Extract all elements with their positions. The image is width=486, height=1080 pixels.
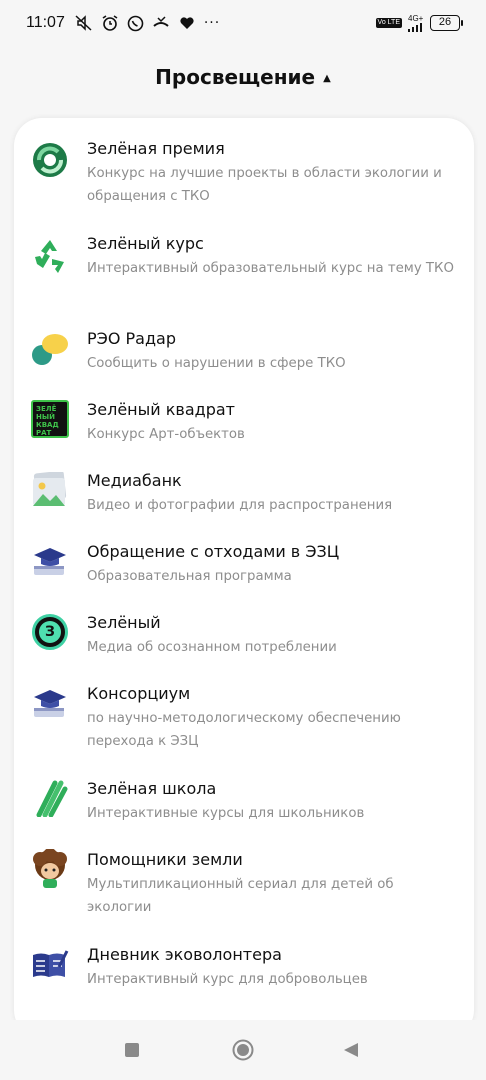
graduation-cap-icon [30,541,70,581]
whatsapp-icon [127,15,144,31]
item-subtitle: Мультипликационный сериал для детей об э… [87,877,394,915]
square-icon [125,1043,139,1057]
graduation-cap-icon [30,683,70,723]
item-subtitle: Сообщить о нарушении в сфере ТКО [87,356,346,371]
green-square-logo: ЗЕЛЁ НЫЙ КВАД РАТ [31,400,69,438]
status-time: 11:07 [26,14,65,31]
list-item-green-school[interactable]: Зелёная школа Интерактивные курсы для шк… [14,778,474,834]
eco-award-icon [30,140,70,180]
back-button[interactable] [342,1040,360,1060]
item-title: Медиабанк [87,471,182,490]
system-nav-bar [0,1020,486,1080]
item-title: Помощники земли [87,850,243,869]
radar-bubbles-icon [30,330,70,370]
z-letter: З [39,621,61,643]
list-item-earth-helpers[interactable]: Помощники земли Мультипликационный сериа… [14,849,474,929]
signal-icon [408,22,422,32]
more-notifications-icon: ··· [203,15,221,31]
list-item-eco-volunteer-diary[interactable]: Дневник эковолонтера Интерактивный курс … [14,944,474,1000]
home-button[interactable] [231,1039,255,1061]
signal-indicator: 4G+ [408,13,424,32]
list-item-zeleny[interactable]: З Зелёный Медиа об осознанном потреблени… [14,612,474,668]
back-triangle-icon [344,1043,358,1057]
network-type: 4G+ [408,13,424,23]
list-item-consortium[interactable]: Консорциум по научно-методологическому о… [14,683,474,763]
heart-hand-icon [180,17,194,29]
home-circle-icon [232,1039,254,1061]
system-status: Vo LTE 4G+ 26 [375,13,463,32]
item-subtitle: Интерактивные курсы для школьников [87,806,365,821]
list-item-green-course[interactable]: Зелёный курс Интерактивный образовательн… [14,233,474,313]
item-title: Зелёный курс [87,234,204,253]
item-subtitle: Медиа об осознанном потреблении [87,640,337,655]
cartoon-character-icon [30,849,70,889]
services-menu: Зелёная премия Конкурс на лучшие проекты… [14,118,474,1038]
item-title: Зелёная премия [87,139,225,158]
item-title: Дневник эковолонтера [87,945,282,964]
item-subtitle: Конкурс на лучшие проекты в области экол… [87,166,442,204]
item-subtitle: по научно-методологическому обеспечению … [87,711,401,749]
caret-up-icon: ▲ [323,72,331,84]
item-title: Зелёная школа [87,779,217,798]
item-subtitle: Интерактивный курс для добровольцев [87,972,368,987]
status-bar: 11:07 ··· Vo LTE 4G+ 26 [0,0,486,46]
item-title: Обращение с отходами в ЭЗЦ [87,542,340,561]
page-title: Просвещение [155,65,316,89]
z-circle-icon: З [30,612,70,652]
item-title: Консорциум [87,684,191,703]
list-item-green-award[interactable]: Зелёная премия Конкурс на лучшие проекты… [14,138,474,218]
image-icon [30,470,70,510]
green-square-icon: ЗЕЛЁ НЫЙ КВАД РАТ [30,399,70,439]
item-subtitle: Образовательная программа [87,569,292,584]
list-item-reo-radar[interactable]: РЭО Радар Сообщить о нарушении в сфере Т… [14,328,474,384]
alarm-icon [102,15,118,31]
item-subtitle: Видео и фотографии для распространения [87,498,393,513]
battery-icon: 26 [430,15,463,31]
item-title: РЭО Радар [87,329,176,348]
item-subtitle: Конкурс Арт-объектов [87,427,245,442]
recents-button[interactable] [124,1040,140,1060]
volte-icon: Vo LTE [375,18,402,28]
notification-icons: ··· [75,14,220,32]
item-title: Зелёный [87,613,161,632]
pencils-icon [30,778,70,818]
list-item-mediabank[interactable]: Медиабанк Видео и фотографии для распрос… [14,470,474,526]
missed-call-icon [153,16,169,27]
mute-icon [75,15,92,31]
section-dropdown[interactable]: Просвещение ▲ [0,60,486,94]
diary-icon [30,944,70,984]
list-item-green-square[interactable]: ЗЕЛЁ НЫЙ КВАД РАТ Зелёный квадрат Конкур… [14,399,474,455]
item-subtitle: Интерактивный образовательный курс на те… [87,261,454,276]
list-item-waste-ezc[interactable]: Обращение с отходами в ЭЗЦ Образовательн… [14,541,474,597]
item-title: Зелёный квадрат [87,400,235,419]
recycle-icon [30,235,70,275]
